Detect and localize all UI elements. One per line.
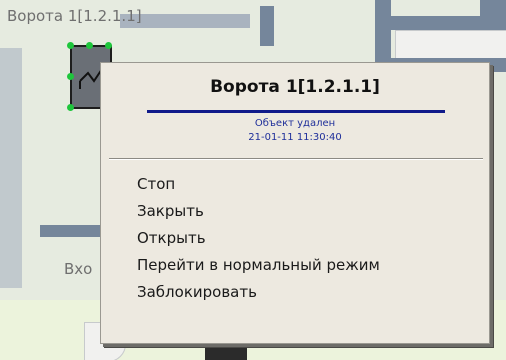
title-underline [147, 110, 445, 113]
status-timestamp: 21-01-11 11:30:40 [248, 132, 342, 143]
selection-handle[interactable] [67, 42, 74, 49]
map-wall [480, 0, 506, 16]
menu-separator [109, 158, 483, 160]
menu-item-open[interactable]: Открыть [101, 225, 489, 252]
menu-title: Ворота 1[1.2.1.1] [210, 77, 380, 97]
map-wall [375, 0, 391, 70]
map-room [395, 30, 506, 60]
menu-item-stop[interactable]: Стоп [101, 171, 489, 198]
map-object [205, 344, 247, 360]
selection-handle[interactable] [67, 104, 74, 111]
gate-map-label: Ворота 1[1.2.1.1] [7, 7, 142, 25]
map-wall [40, 225, 102, 237]
object-context-menu: Ворота 1[1.2.1.1] Объект удален 21-01-11… [100, 62, 490, 344]
status-message: Объект удален [254, 118, 336, 129]
menu-items-list: Стоп Закрыть Открыть Перейти в нормальны… [101, 171, 489, 306]
menu-item-normal-mode[interactable]: Перейти в нормальный режим [101, 252, 489, 279]
map-wall [0, 48, 22, 288]
map-wall [260, 6, 274, 46]
selection-handle[interactable] [86, 42, 93, 49]
menu-item-lock[interactable]: Заблокировать [101, 279, 489, 306]
menu-item-close[interactable]: Закрыть [101, 198, 489, 225]
entrance-map-label: Вхо [64, 260, 93, 278]
selection-handle[interactable] [105, 42, 112, 49]
map-wall [391, 16, 506, 30]
selection-handle[interactable] [67, 73, 74, 80]
